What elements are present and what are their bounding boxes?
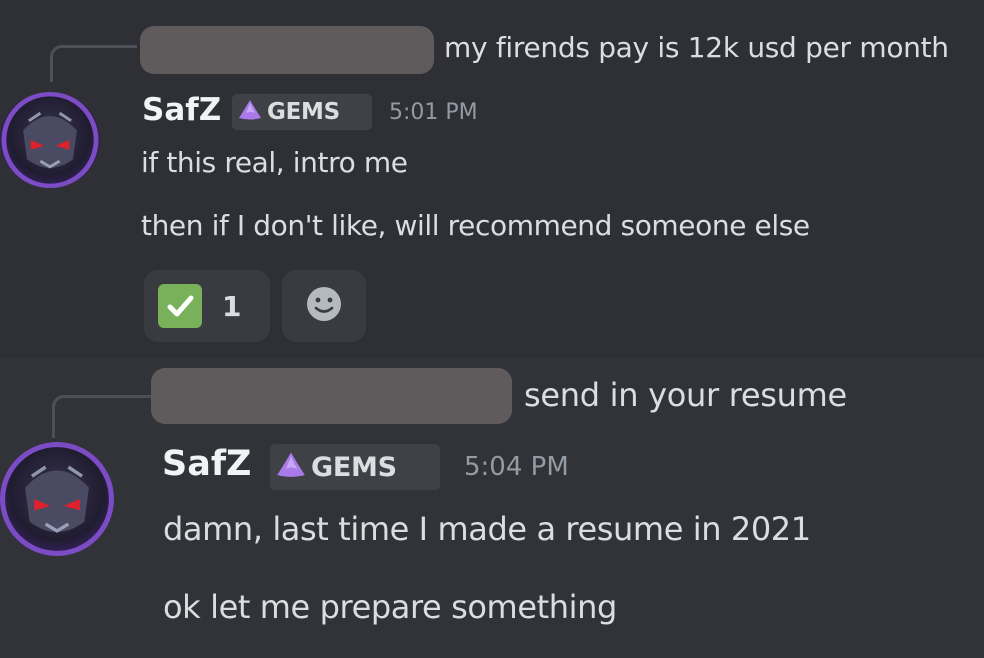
smiley-icon	[304, 284, 344, 328]
server-tag-label: GEMS	[311, 451, 397, 483]
reply-redacted-username[interactable]	[140, 26, 434, 74]
reply-connector	[52, 395, 151, 438]
server-tag[interactable]: GEMS	[232, 94, 372, 130]
message-line-2: ok let me prepare something	[163, 588, 617, 626]
avatar-image	[1, 92, 99, 188]
reaction-check[interactable]: 1	[144, 270, 270, 342]
username[interactable]: SafZ	[162, 444, 251, 484]
avatar[interactable]	[0, 442, 114, 556]
message-2[interactable]: send in your resume SafZ GEMS 5:04 PM da…	[0, 358, 984, 658]
add-reaction-button[interactable]	[282, 270, 366, 342]
server-tag-label: GEMS	[267, 99, 340, 125]
reaction-count: 1	[222, 289, 242, 323]
reply-redacted-username[interactable]	[151, 368, 512, 424]
avatar[interactable]	[0, 92, 100, 188]
chat-canvas: my firends pay is 12k usd per month SafZ…	[0, 0, 984, 658]
message-line-1: damn, last time I made a resume in 2021	[163, 510, 811, 548]
message-line-1: if this real, intro me	[141, 146, 408, 179]
avatar-image	[0, 442, 114, 556]
reply-preview-text[interactable]: my firends pay is 12k usd per month	[444, 31, 949, 64]
reply-connector	[50, 45, 137, 82]
username[interactable]: SafZ	[142, 92, 221, 128]
gem-icon	[238, 99, 262, 125]
timestamp[interactable]: 5:04 PM	[464, 452, 569, 482]
reply-preview-text[interactable]: send in your resume	[524, 376, 847, 414]
message-line-2: then if I don't like, will recommend som…	[141, 209, 810, 242]
gem-icon	[276, 451, 306, 483]
server-tag[interactable]: GEMS	[270, 444, 440, 490]
message-1[interactable]: my firends pay is 12k usd per month SafZ…	[0, 0, 984, 358]
white-check-mark-icon	[158, 284, 202, 328]
timestamp[interactable]: 5:01 PM	[389, 100, 478, 125]
